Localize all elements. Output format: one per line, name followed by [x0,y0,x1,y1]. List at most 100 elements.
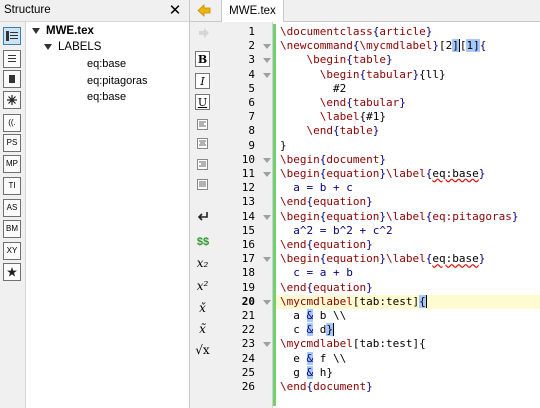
line-number: 15 [241,223,255,237]
code-line[interactable]: \mycmdlabel[tab:test]{ [280,337,426,351]
line-number: 3 [248,53,255,67]
structure-tree: MWE.tex LABELS eq:base eq:pitagoras eq:b… [26,22,189,408]
code-line[interactable]: \documentclass{article} [280,25,432,39]
align-center-icon[interactable] [195,135,210,151]
code-line[interactable]: \begin{tabular}{ll} [280,68,446,82]
code-line[interactable]: \begin{equation}\label{eq:pitagoras} [280,210,518,224]
line-number-gutter: 1 2 3 4 5 6 7 8 9 10 11 12 13 14 15 16 17 18 19 20 21 22 23 24 2… [218,22,273,408]
beamer-button[interactable]: BM [3,220,21,238]
code-line[interactable]: \begin{table} [280,53,393,67]
superscript-button[interactable]: x² [195,278,210,294]
fold-toggle-icon[interactable] [263,214,271,220]
structure-toolbar: ((. PS MP TI AS BM XY [0,22,26,408]
fold-toggle-icon[interactable] [263,157,271,163]
line-number: 10 [241,152,255,166]
tree-labels-label: LABELS [58,41,102,53]
newline-icon[interactable] [195,208,210,224]
line-number: 16 [241,238,255,251]
align-left-icon[interactable] [195,116,210,132]
format-toolbar: B I U $$ x₂ x² x̌ x̃ √x [190,22,218,408]
underline-button[interactable]: U [195,94,210,110]
line-number: 4 [248,67,255,81]
line-number: 2 [248,39,255,53]
tree-labels-node[interactable]: LABELS [44,41,101,53]
line-number: 18 [241,266,255,280]
italic-button[interactable]: I [195,73,210,89]
code-line[interactable]: c & d} [280,323,334,337]
code-line[interactable]: c = a + b [280,266,353,280]
line-number: 17 [241,252,255,266]
list-icon[interactable] [3,50,21,68]
line-number: 19 [241,280,255,294]
line-number: 8 [248,124,255,138]
tree-label-item[interactable]: eq:base [87,91,126,103]
code-line[interactable]: \end{equation} [280,238,373,252]
fold-toggle-icon[interactable] [263,58,271,64]
bookmark-icon[interactable] [3,70,21,88]
code-line[interactable]: \mycmdlabel[tab:test]{ [276,294,540,309]
fold-toggle-icon[interactable] [263,72,271,78]
code-line[interactable]: a^2 = b^2 + c^2 [280,224,392,238]
tree-label-item[interactable]: eq:pitagoras [87,75,148,87]
delimiters-button[interactable]: ((. [3,114,21,132]
pstricks-button[interactable]: PS [3,134,21,152]
code-line[interactable]: e & f \\ [280,351,346,366]
code-line[interactable]: \end{table} [280,124,380,138]
display-math-button[interactable]: $$ [193,234,213,250]
line-number: 25 [241,365,255,379]
code-line[interactable]: \end{equation} [280,281,373,295]
code-line[interactable]: \label{#1} [280,110,386,124]
tree-root-file[interactable]: MWE.tex [32,25,94,37]
check-accent-button[interactable]: x̌ [195,300,210,316]
code-line[interactable]: \begin{equation}\label{eq:base} [280,252,485,266]
code-line[interactable]: \end{document} [280,380,373,394]
fold-toggle-icon[interactable] [263,257,271,263]
tikz-button[interactable]: TI [3,177,21,195]
code-line[interactable]: a & b \\ [280,309,346,323]
favorites-icon[interactable] [3,263,21,281]
metapost-button[interactable]: MP [3,155,21,173]
expand-icon[interactable] [32,27,40,34]
code-line[interactable]: g & h} [280,365,333,380]
code-editor[interactable]: \documentclass{article} \newcommand{\mycm… [273,22,540,408]
code-line[interactable]: \begin{equation}\label{eq:base} [280,167,485,181]
code-line[interactable]: \end{tabular} [280,96,406,110]
tilde-accent-button[interactable]: x̃ [195,321,210,337]
fold-toggle-icon[interactable] [263,342,271,348]
bold-button[interactable]: B [195,51,210,67]
tree-root-label: MWE.tex [46,25,94,37]
structure-title: Structure [4,4,51,16]
asymptote-button[interactable]: AS [3,199,21,217]
line-number: 26 [241,380,255,393]
editor-area: MWE.tex B I U $$ x₂ x² x̌ x̃ √x 12345678… [190,0,540,408]
line-number: 7 [248,110,255,124]
code-line[interactable]: a = b + c [280,181,353,195]
fold-toggle-icon[interactable] [263,172,271,177]
line-number: 23 [241,337,255,351]
tree-label-item[interactable]: eq:base [87,58,126,70]
subscript-button[interactable]: x₂ [195,255,210,271]
xymatrix-button[interactable]: XY [3,242,21,260]
code-line[interactable]: \begin{document} [280,153,386,167]
align-right-icon[interactable] [195,156,210,172]
code-line[interactable]: \end{equation} [280,195,373,209]
tab-bar: MWE.tex [190,0,540,22]
fold-toggle-icon[interactable] [263,299,271,305]
back-arrow-icon[interactable] [197,4,211,20]
code-line[interactable]: } [280,139,287,153]
structure-panel: Structure ✕ ((. PS MP TI AS BM XY MWE.te… [0,0,190,408]
fold-toggle-icon[interactable] [263,44,271,50]
structure-view-icon[interactable] [3,27,21,45]
line-number: 24 [241,351,255,365]
forward-arrow-icon[interactable] [199,28,210,41]
tab-mwe[interactable]: MWE.tex [221,0,284,22]
line-number: 14 [241,209,255,223]
align-justify-icon[interactable] [195,176,210,192]
line-number: 20 [241,294,255,308]
sqrt-button[interactable]: √x [195,342,210,358]
expand-icon[interactable] [44,43,52,50]
asterisk-icon[interactable] [3,91,21,109]
code-line[interactable]: \newcommand{\mycmdlabel}[2][1]{ [280,39,486,53]
close-icon[interactable]: ✕ [166,1,184,19]
code-line[interactable]: #2 [280,82,346,96]
